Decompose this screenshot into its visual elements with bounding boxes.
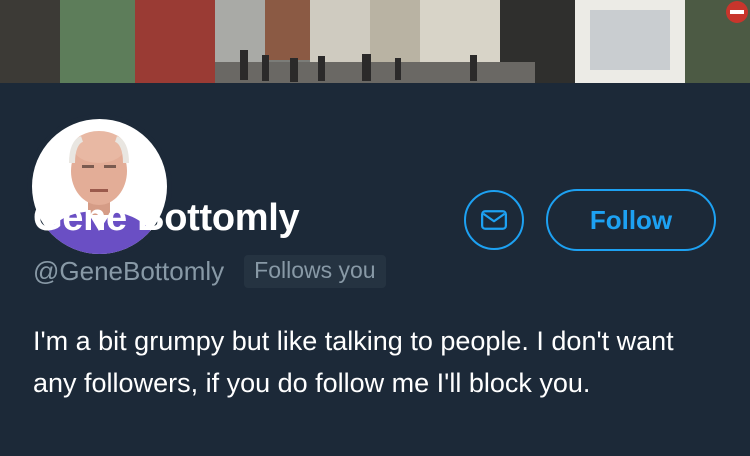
follows-you-badge: Follows you [244, 255, 386, 288]
profile-name: Gene Bottomly [33, 197, 300, 239]
profile-handle: @GeneBottomly [33, 256, 225, 286]
profile-bio: I'm a bit grumpy but like talking to peo… [33, 326, 674, 398]
follow-button[interactable]: Follow [546, 189, 716, 251]
envelope-icon [481, 210, 507, 230]
handle-row: @GeneBottomly Follows you [33, 255, 386, 288]
follow-button-label: Follow [589, 204, 673, 235]
profile-banner[interactable] [0, 0, 750, 83]
street-scene-image [0, 0, 750, 83]
message-button[interactable] [464, 190, 524, 250]
